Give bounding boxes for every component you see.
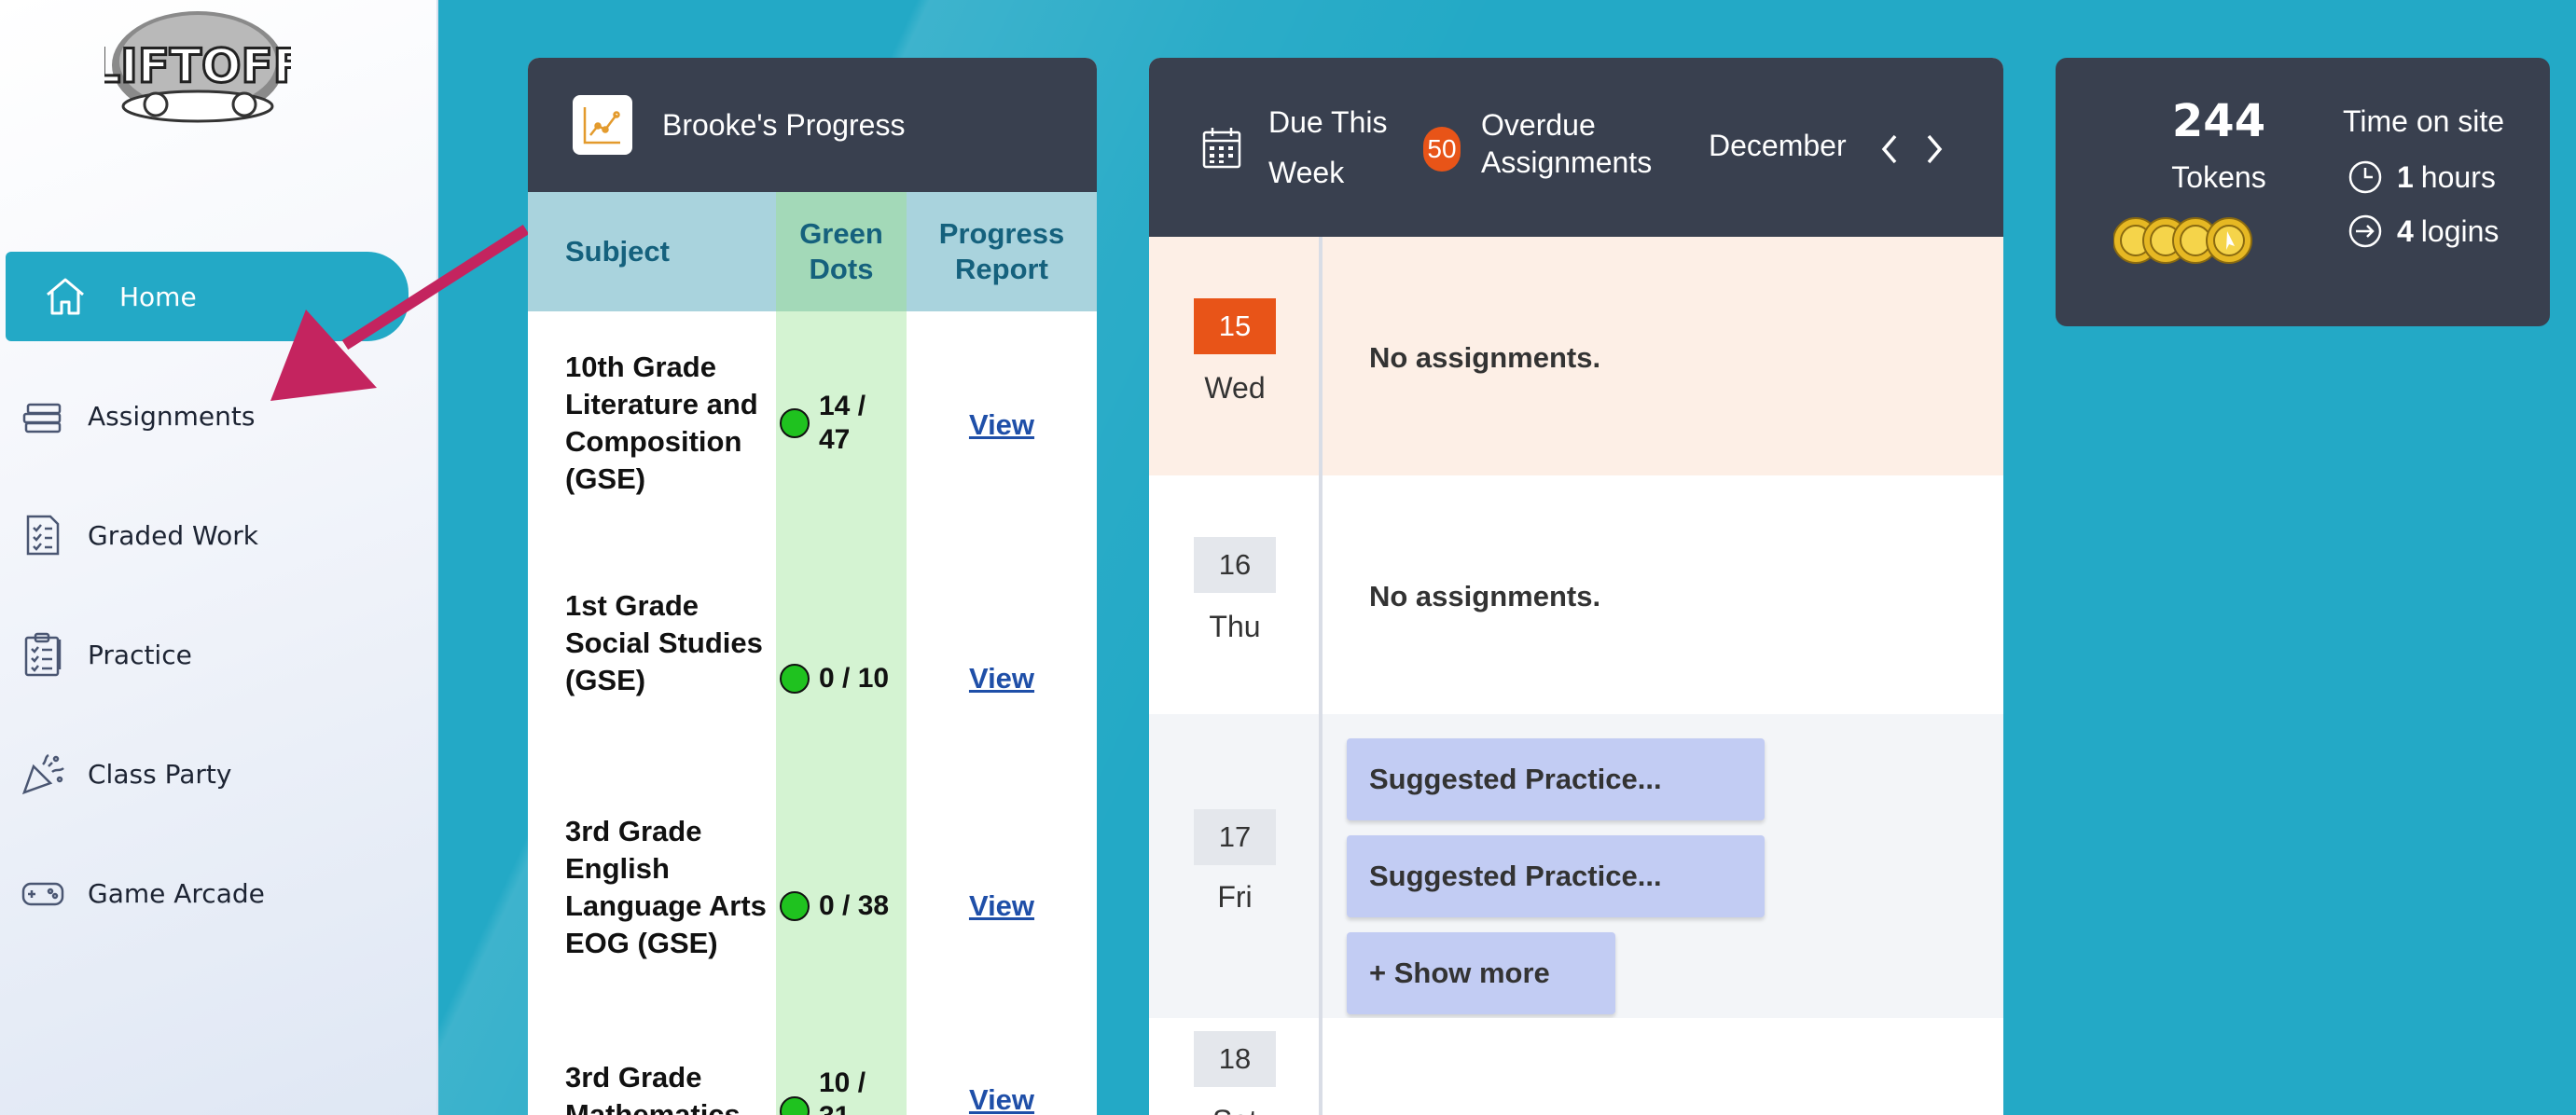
sidebar-item-label: Class Party [88, 758, 232, 790]
month-label: December [1709, 129, 1847, 162]
hours-label: hours [2420, 159, 2496, 194]
stats-card: 244 Tokens Time on site 1 hours 4 logins [2056, 58, 2550, 326]
party-popper-icon [19, 750, 67, 798]
subject-name: 10th Grade Literature and Composition (G… [565, 351, 758, 495]
column-header-progress-report: Progress Report [938, 217, 1065, 285]
sidebar: LIFTOFF Home Assignments Graded Work Pra… [0, 0, 438, 1115]
calendar-card: Due This Week 50 Overdue Assignments Dec… [1149, 58, 2003, 1115]
green-dot-icon [780, 408, 810, 438]
calendar-icon [1202, 128, 1241, 169]
chevron-right-icon[interactable] [1921, 131, 1947, 168]
green-dots-count: 10 / 31 [776, 1067, 907, 1115]
day-name: Wed [1204, 371, 1266, 405]
login-icon [2348, 214, 2382, 248]
day-name: Fri [1217, 880, 1253, 914]
green-dots-count: 0 / 10 [776, 662, 907, 695]
home-icon [41, 272, 90, 321]
hours-value: 1 [2397, 159, 2414, 194]
tokens-label: Tokens [2171, 160, 2266, 194]
column-header-subject: Subject [565, 235, 670, 268]
day-name: Thu [1209, 610, 1261, 643]
sidebar-item-label: Graded Work [88, 519, 258, 551]
sidebar-item-graded-work[interactable]: Graded Work [0, 490, 410, 580]
svg-text:LIFTOFF: LIFTOFF [104, 39, 291, 93]
column-header-green-dots: Green Dots [776, 192, 907, 311]
sidebar-item-label: Home [119, 281, 197, 312]
green-dot-icon [780, 891, 810, 921]
green-dot-icon [780, 664, 810, 694]
day-name: Sat [1194, 1104, 1276, 1115]
suggested-practice-chip[interactable]: Suggested Practice... [1347, 738, 1765, 820]
subject-name: 3rd Grade English Language Arts EOG (GSE… [565, 815, 767, 959]
clock-icon [2348, 160, 2382, 194]
subject-name: 1st Grade Social Studies (GSE) [565, 589, 763, 696]
sidebar-item-home[interactable]: Home [6, 252, 409, 341]
green-dots-count: 14 / 47 [776, 390, 907, 457]
line-chart-icon [573, 95, 632, 155]
sidebar-item-label: Game Arcade [88, 877, 265, 909]
hours-stat: 1 hours [2347, 158, 2496, 196]
progress-table-header: Subject Green Dots Progress Report [528, 192, 1097, 311]
time-on-site-title: Time on site [2343, 104, 2505, 138]
no-assignments-text: No assignments. [1369, 341, 1601, 374]
gamepad-icon [19, 869, 67, 917]
table-row: 1st Grade Social Studies (GSE) 0 / 10 Vi… [528, 569, 1097, 755]
calendar-header: Due This Week 50 Overdue Assignments Dec… [1149, 58, 2003, 237]
view-report-link[interactable]: View [907, 1083, 1097, 1115]
green-dot-icon [780, 1096, 810, 1115]
view-report-link[interactable]: View [907, 662, 1097, 695]
day-number: 18 [1194, 1031, 1276, 1087]
calendar-day-row: 17 Fri Suggested Practice... Suggested P… [1149, 714, 2003, 1018]
logins-value: 4 [2397, 213, 2414, 248]
sidebar-item-label: Assignments [88, 400, 256, 432]
logins-stat: 4 logins [2347, 213, 2499, 250]
day-number: 15 [1194, 298, 1276, 354]
subject-name: 3rd Grade Mathematics [565, 1061, 741, 1115]
due-this-week-label[interactable]: Due This Week [1268, 97, 1399, 198]
progress-card: Brooke's Progress Subject Green Dots Pro… [528, 58, 1097, 1115]
table-row: 10th Grade Literature and Composition (G… [528, 311, 1097, 539]
no-assignments-text: No assignments. [1369, 580, 1601, 613]
table-row: 3rd Grade Mathematics 10 / 31 View [528, 1040, 1097, 1115]
tokens-count: 244 [2171, 95, 2266, 147]
overdue-count-badge: 50 [1423, 127, 1461, 172]
day-number: 17 [1194, 809, 1276, 865]
chevron-left-icon[interactable] [1877, 131, 1903, 168]
green-dots-count: 0 / 38 [776, 889, 907, 923]
calendar-day-row: 16 Thu No assignments. [1149, 475, 2003, 714]
suggested-practice-chip[interactable]: Suggested Practice... [1347, 835, 1765, 917]
coins-icon [2113, 217, 2252, 264]
show-more-button[interactable]: + Show more [1347, 932, 1615, 1014]
sidebar-item-assignments[interactable]: Assignments [0, 371, 410, 461]
view-report-link[interactable]: View [907, 408, 1097, 442]
calendar-day-row: 15 Wed No assignments. [1149, 237, 2003, 475]
day-number: 16 [1194, 537, 1276, 593]
overdue-assignments-link[interactable]: Overdue Assignments [1481, 106, 1668, 181]
progress-header: Brooke's Progress [528, 58, 1097, 192]
logins-label: logins [2420, 213, 2500, 248]
sidebar-item-class-party[interactable]: Class Party [0, 729, 410, 819]
clipboard-icon [19, 630, 67, 679]
view-report-link[interactable]: View [907, 889, 1097, 923]
sidebar-item-practice[interactable]: Practice [0, 610, 410, 699]
table-row: 3rd Grade English Language Arts EOG (GSE… [528, 794, 1097, 1018]
progress-title: Brooke's Progress [662, 107, 906, 142]
sidebar-item-game-arcade[interactable]: Game Arcade [0, 848, 410, 938]
calendar-divider [1319, 237, 1323, 1115]
sidebar-item-label: Practice [88, 639, 192, 670]
graded-doc-icon [19, 511, 67, 559]
liftoff-logo[interactable]: LIFTOFF [90, 4, 306, 127]
calendar-day-row: 18 Sat [1149, 1018, 2003, 1115]
books-icon [19, 392, 67, 440]
